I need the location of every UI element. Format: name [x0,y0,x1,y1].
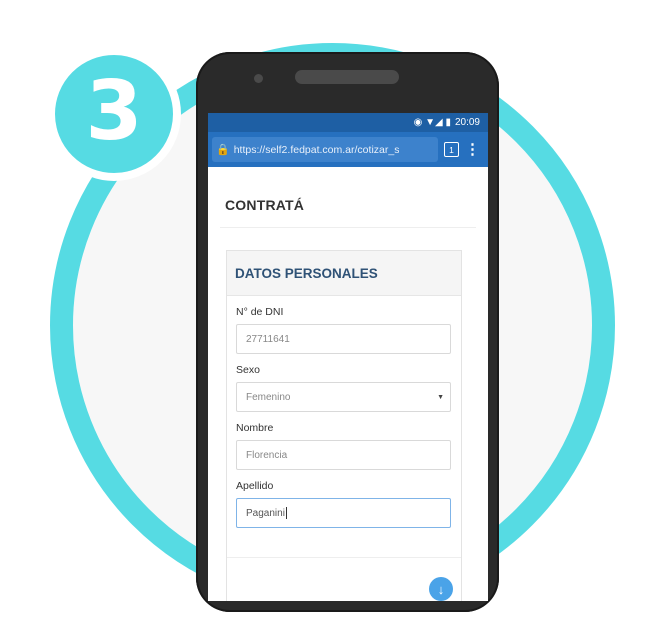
apellido-label: Apellido [236,480,274,492]
title-divider [220,227,476,228]
step-badge: 3 [47,47,181,181]
apellido-input[interactable]: Paganini [236,498,451,528]
status-bar: ◉ ▼◢ ▮ 20:09 [208,113,488,132]
personal-data-card: DATOS PERSONALES N° de DNI 27711641 Sexo… [226,250,462,601]
dni-value: 27711641 [246,333,290,345]
speaker-grille [295,70,399,84]
camera-icon [254,74,263,83]
nombre-label: Nombre [236,422,274,434]
tab-count: 1 [449,144,454,155]
address-bar[interactable]: 🔒 https://self2.fedpat.com.ar/cotizar_s [212,137,438,162]
nombre-input[interactable]: Florencia [236,440,451,470]
step-number: 3 [85,64,143,159]
status-time: 20:09 [454,117,480,128]
sexo-value: Femenino [246,391,291,403]
tabs-icon[interactable]: 1 [444,142,459,157]
url-text[interactable]: https://self2.fedpat.com.ar/cotizar_s [234,144,400,156]
lock-icon: 🔒 [216,144,230,156]
section-title: DATOS PERSONALES [227,251,461,296]
status-icons: ◉ ▼◢ ▮ [413,117,451,128]
apellido-value: Paganini [246,507,285,519]
sexo-select[interactable]: Femenino ▼ [236,382,451,412]
nombre-value: Florencia [246,449,288,461]
more-menu-icon[interactable]: ⋮ [465,142,480,157]
sexo-label: Sexo [236,364,260,376]
browser-toolbar: 🔒 https://self2.fedpat.com.ar/cotizar_s … [208,132,488,167]
arrow-down-icon[interactable]: ↓ [429,577,453,601]
card-divider [227,557,461,558]
chevron-down-icon: ▼ [437,393,444,401]
page-title: CONTRATÁ [225,197,305,213]
dni-label: N° de DNI [236,306,284,318]
text-cursor [285,507,287,519]
phone-screen: ◉ ▼◢ ▮ 20:09 🔒 https://self2.fedpat.com.… [208,113,488,601]
dni-input[interactable]: 27711641 [236,324,451,354]
